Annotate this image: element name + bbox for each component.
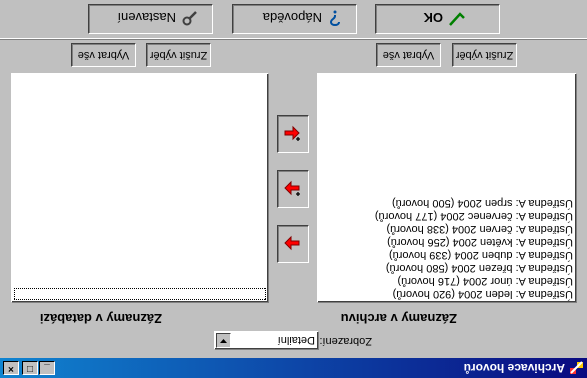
settings-label: Nastavení [117, 10, 176, 25]
archive-panel-label: Záznamy v archivu [340, 311, 457, 326]
restore-to-database-button[interactable] [277, 115, 309, 153]
help-button[interactable]: Nápověda [232, 4, 357, 34]
list-item[interactable]: Ústředna A: srpen 2004 (500 hovorů) [318, 196, 576, 209]
focus-row [14, 288, 266, 300]
list-item[interactable]: Ústředna A: červen 2004 (338 hovorů) [318, 222, 576, 235]
view-label: Zobrazení: [319, 335, 372, 347]
wrench-icon [182, 11, 197, 26]
ok-button[interactable]: OK [375, 4, 500, 34]
list-item[interactable]: Ústředna A: červenec 2004 (177 hovorů) [318, 209, 576, 222]
help-label: Nápověda [262, 10, 322, 25]
list-item[interactable]: Ústředna A: leden 2004 (920 hovorů) [318, 287, 576, 300]
footer-divider [0, 38, 587, 40]
view-select-dropdown-button[interactable] [216, 333, 231, 348]
archive-list-items: Ústředna A: leden 2004 (920 hovorů) Ústře… [318, 196, 576, 300]
archive-window: Archivace hovorů _ □ × Zobrazení: Detail… [0, 0, 587, 378]
archive-list[interactable]: Ústředna A: leden 2004 (920 hovorů) Ústře… [317, 73, 577, 303]
window-title: Archivace hovorů [463, 361, 565, 375]
list-item[interactable]: Ústředna A: březen 2004 (580 hovorů) [318, 261, 576, 274]
database-list[interactable] [11, 73, 269, 303]
help-icon [329, 10, 340, 26]
view-select-value: Detailní [277, 334, 315, 346]
database-deselect-button[interactable]: Zrušit výběr [146, 43, 211, 67]
arrow-right-icon [284, 235, 300, 251]
title-bar[interactable]: Archivace hovorů _ □ × [0, 358, 587, 378]
app-icon [570, 361, 583, 374]
move-to-archive-button[interactable] [277, 225, 309, 263]
database-panel-label: Záznamy v databázi [39, 311, 162, 326]
archive-select-all-button[interactable]: Vybrat vše [376, 43, 441, 67]
close-button[interactable]: × [3, 361, 19, 375]
arrow-left-plus-icon [284, 125, 300, 141]
close-icon: × [8, 363, 14, 374]
maximize-icon: □ [26, 363, 34, 374]
chevron-down-icon [220, 339, 227, 343]
minimize-button[interactable]: _ [39, 361, 55, 375]
view-select[interactable]: Detailní [214, 331, 319, 350]
settings-button[interactable]: Nastavení [88, 4, 213, 34]
maximize-button[interactable]: □ [22, 361, 38, 375]
archive-deselect-button[interactable]: Zrušit výběr [452, 43, 517, 67]
list-item[interactable]: Ústředna A: únor 2004 (716 hovorů) [318, 274, 576, 287]
database-select-all-button[interactable]: Vybrat vše [71, 43, 136, 67]
minimize-icon: _ [44, 363, 50, 374]
list-item[interactable]: Ústředna A: duben 2004 (339 hovorů) [318, 248, 576, 261]
list-item[interactable]: Ústředna A: květen 2004 (256 hovorů) [318, 235, 576, 248]
ok-label: OK [423, 10, 444, 25]
arrow-right-plus-icon [284, 180, 300, 196]
move-all-to-archive-button[interactable] [277, 170, 309, 208]
checkmark-icon [449, 12, 465, 26]
